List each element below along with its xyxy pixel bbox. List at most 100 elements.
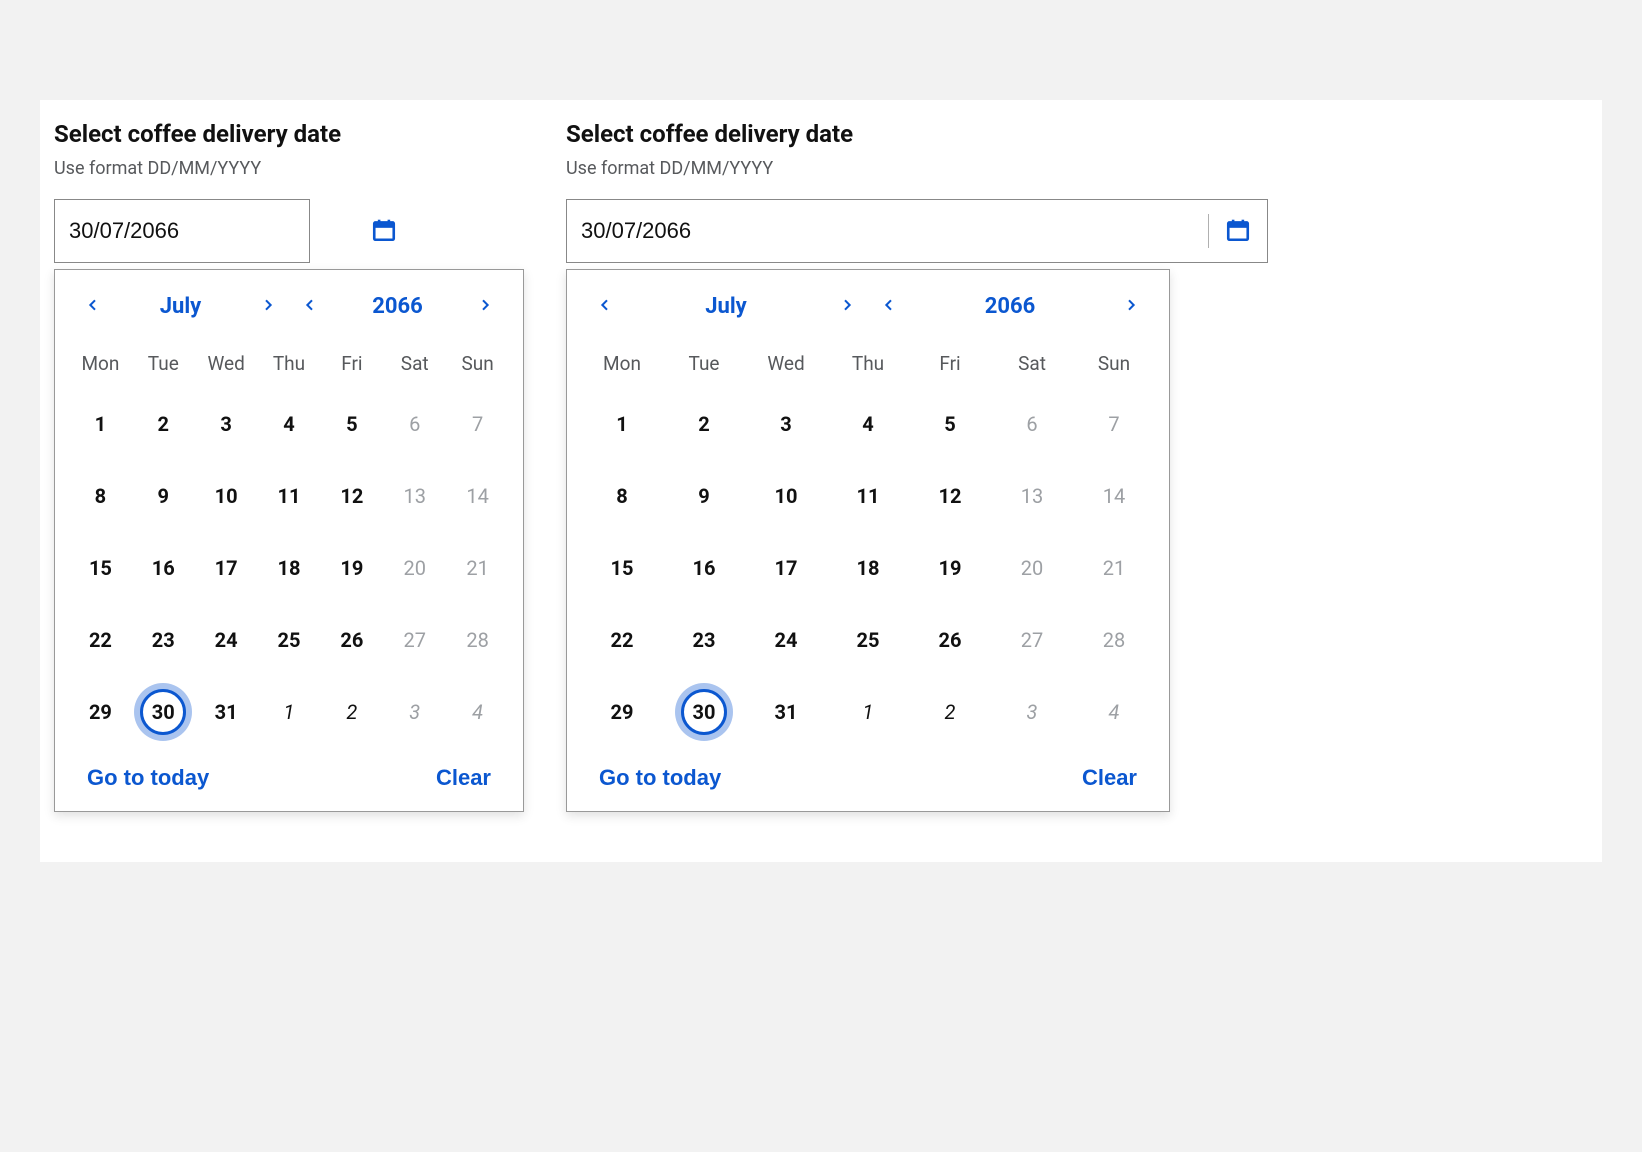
day-cell[interactable]: 16 [663, 545, 745, 591]
day-cell[interactable]: 30 [663, 689, 745, 735]
day-cell[interactable]: 19 [909, 545, 991, 591]
day-cell[interactable]: 8 [581, 473, 663, 519]
chevron-right-icon [1123, 297, 1139, 316]
dow-header: Fri [909, 352, 991, 375]
day-cell[interactable]: 25 [258, 617, 321, 663]
prev-year-button[interactable] [871, 288, 907, 324]
day-cell: 14 [1073, 473, 1155, 519]
calendar-footer: Go to today Clear [581, 765, 1155, 791]
day-cell[interactable]: 1 [827, 689, 909, 735]
day-cell[interactable]: 3 [745, 401, 827, 447]
day-cell[interactable]: 11 [258, 473, 321, 519]
dow-header: Sat [991, 352, 1073, 375]
day-cell[interactable]: 4 [258, 401, 321, 447]
day-cell[interactable]: 26 [320, 617, 383, 663]
day-cell: 20 [383, 545, 446, 591]
dow-header: Sat [383, 352, 446, 375]
calendar-toggle-button[interactable] [371, 200, 397, 262]
day-cell: 13 [383, 473, 446, 519]
day-cell[interactable]: 19 [320, 545, 383, 591]
next-year-button[interactable] [467, 288, 503, 324]
date-input[interactable] [567, 200, 1208, 262]
day-cell[interactable]: 11 [827, 473, 909, 519]
day-cell[interactable]: 31 [195, 689, 258, 735]
day-cell[interactable]: 29 [581, 689, 663, 735]
go-to-today-button[interactable]: Go to today [599, 765, 721, 791]
day-cell[interactable]: 8 [69, 473, 132, 519]
day-cell[interactable]: 5 [320, 401, 383, 447]
date-input[interactable] [55, 200, 371, 262]
prev-year-button[interactable] [292, 288, 328, 324]
day-cell[interactable]: 31 [745, 689, 827, 735]
day-cell[interactable]: 10 [195, 473, 258, 519]
day-cell[interactable]: 4 [827, 401, 909, 447]
dow-header: Sun [1073, 352, 1155, 375]
day-cell[interactable]: 17 [745, 545, 827, 591]
day-cell[interactable]: 2 [132, 401, 195, 447]
day-cell[interactable]: 29 [69, 689, 132, 735]
year-label[interactable]: 2066 [372, 294, 423, 319]
day-cell[interactable]: 12 [320, 473, 383, 519]
day-cell[interactable]: 26 [909, 617, 991, 663]
calendar-header: July 2066 [69, 288, 509, 324]
day-cell[interactable]: 3 [195, 401, 258, 447]
go-to-today-button[interactable]: Go to today [87, 765, 209, 791]
day-cell[interactable]: 9 [663, 473, 745, 519]
date-input-container [54, 199, 310, 263]
dow-header: Wed [195, 352, 258, 375]
dow-header: Tue [663, 352, 745, 375]
month-label[interactable]: July [705, 294, 747, 319]
day-cell[interactable]: 10 [745, 473, 827, 519]
dow-header: Fri [320, 352, 383, 375]
day-cell[interactable]: 18 [258, 545, 321, 591]
field-hint: Use format DD/MM/YYYY [54, 158, 542, 179]
day-cell[interactable]: 15 [69, 545, 132, 591]
prev-month-button[interactable] [75, 288, 111, 324]
day-cell[interactable]: 1 [69, 401, 132, 447]
month-label[interactable]: July [160, 294, 202, 319]
year-label[interactable]: 2066 [985, 294, 1036, 319]
day-cell: 7 [1073, 401, 1155, 447]
calendar-grid: MonTueWedThuFriSatSun1234567891011121314… [581, 352, 1155, 735]
calendar-popup: July 2066 MonTueWedThuFriSatSun123456789… [54, 269, 524, 812]
field-hint: Use format DD/MM/YYYY [566, 158, 1592, 179]
day-cell[interactable]: 22 [69, 617, 132, 663]
day-cell[interactable]: 2 [663, 401, 745, 447]
field-label: Select coffee delivery date [566, 120, 1592, 148]
day-cell[interactable]: 30 [132, 689, 195, 735]
day-cell[interactable]: 17 [195, 545, 258, 591]
day-cell[interactable]: 2 [320, 689, 383, 735]
calendar-toggle-button[interactable] [1209, 200, 1267, 262]
next-month-button[interactable] [829, 288, 865, 324]
next-month-button[interactable] [250, 288, 286, 324]
prev-month-button[interactable] [587, 288, 623, 324]
day-cell[interactable]: 15 [581, 545, 663, 591]
day-cell[interactable]: 25 [827, 617, 909, 663]
day-cell[interactable]: 16 [132, 545, 195, 591]
day-cell[interactable]: 24 [195, 617, 258, 663]
day-cell[interactable]: 1 [258, 689, 321, 735]
calendar-icon [371, 217, 397, 246]
datepicker-panel-left: Select coffee delivery date Use format D… [40, 100, 552, 862]
day-cell[interactable]: 18 [827, 545, 909, 591]
day-cell: 3 [991, 689, 1073, 735]
next-year-button[interactable] [1113, 288, 1149, 324]
calendar-icon [1225, 217, 1251, 246]
day-cell: 6 [991, 401, 1073, 447]
clear-button[interactable]: Clear [436, 765, 491, 791]
day-cell[interactable]: 24 [745, 617, 827, 663]
day-cell: 7 [446, 401, 509, 447]
day-cell[interactable]: 23 [132, 617, 195, 663]
day-cell[interactable]: 2 [909, 689, 991, 735]
day-cell[interactable]: 12 [909, 473, 991, 519]
chevron-left-icon [597, 297, 613, 316]
day-cell[interactable]: 9 [132, 473, 195, 519]
chevron-right-icon [260, 297, 276, 316]
day-cell[interactable]: 5 [909, 401, 991, 447]
clear-button[interactable]: Clear [1082, 765, 1137, 791]
day-cell[interactable]: 23 [663, 617, 745, 663]
day-cell[interactable]: 1 [581, 401, 663, 447]
datepicker-panel-right: Select coffee delivery date Use format D… [552, 100, 1602, 862]
month-nav: July [587, 288, 865, 324]
day-cell[interactable]: 22 [581, 617, 663, 663]
